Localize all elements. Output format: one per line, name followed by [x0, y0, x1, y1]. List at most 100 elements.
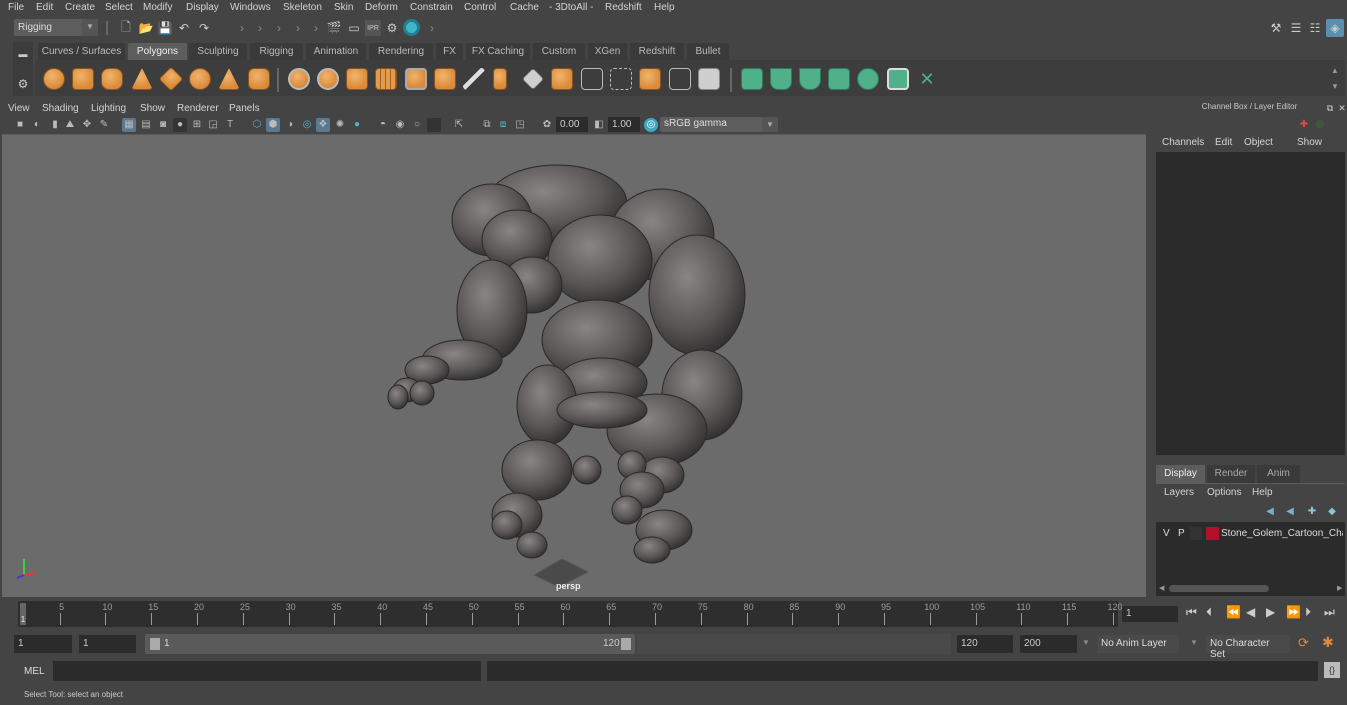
current-frame-field[interactable]: 1 — [1122, 606, 1178, 622]
poly-cut-icon[interactable] — [639, 68, 661, 90]
move-layer-up-icon[interactable]: ◀ — [1262, 503, 1278, 519]
panel-menu-panels[interactable]: Panels — [229, 103, 260, 114]
new-layer-selected-icon[interactable]: ◆ — [1324, 503, 1340, 519]
auto-key-icon[interactable]: ⟳ — [1298, 635, 1309, 651]
uv-planar-icon[interactable] — [741, 68, 763, 90]
hud-icon[interactable]: ◳ — [513, 118, 527, 132]
use-all-lights-icon[interactable]: ✺ — [333, 118, 347, 132]
camera-attributes-icon[interactable]: ◐ — [30, 118, 44, 132]
render-view-icon[interactable]: 🎬 — [326, 20, 342, 36]
play-backwards-icon[interactable]: ◀ — [1246, 605, 1255, 619]
menu-deform[interactable]: Deform — [365, 2, 398, 13]
safe-action-icon[interactable]: ◲ — [206, 118, 220, 132]
layer-reference-toggle[interactable] — [1190, 527, 1202, 540]
shelf-tab-curves-surfaces[interactable]: Curves / Surfaces — [38, 43, 125, 60]
go-to-end-icon[interactable]: ⏭ — [1324, 605, 1335, 620]
layer-tab-anim[interactable]: Anim — [1257, 465, 1300, 483]
append-icon[interactable] — [551, 68, 573, 90]
menu-display[interactable]: Display — [186, 2, 219, 13]
menu-skeleton[interactable]: Skeleton — [283, 2, 322, 13]
panel-menu-shading[interactable]: Shading — [42, 103, 79, 114]
2d-pan-zoom-icon[interactable]: ✥ — [80, 118, 94, 132]
bridge-icon[interactable] — [522, 68, 544, 90]
resolution-gate-icon[interactable]: ◙ — [156, 118, 170, 132]
shelf-tab-bullet[interactable]: Bullet — [687, 43, 729, 60]
collapse-arrow-icon[interactable]: › — [308, 20, 324, 36]
panel-menu-show[interactable]: Show — [140, 103, 165, 114]
safe-title-icon[interactable]: T — [223, 118, 237, 132]
isolate-select-icon[interactable]: ⇱ — [452, 118, 466, 132]
field-chart-icon[interactable]: ⊞ — [190, 118, 204, 132]
menu-redshift[interactable]: Redshift — [605, 2, 642, 13]
channel-box-area[interactable] — [1156, 152, 1345, 455]
menu-windows[interactable]: Windows — [230, 2, 271, 13]
speed-icon[interactable]: ◎ — [1312, 116, 1328, 132]
anim-layer-dropdown[interactable]: No Anim Layer — [1097, 635, 1179, 653]
boolean-icon[interactable] — [669, 68, 691, 90]
camera-icon[interactable]: ■ — [13, 118, 27, 132]
multi-cut-icon[interactable] — [463, 68, 485, 90]
current-time-marker[interactable]: 1 — [20, 603, 26, 625]
bevel-icon[interactable] — [434, 68, 456, 90]
panel-menu-view[interactable]: View — [8, 103, 30, 114]
shelf-tab-fx-caching[interactable]: FX Caching — [466, 43, 530, 60]
scrollbar-thumb[interactable] — [1169, 585, 1269, 592]
menu-control[interactable]: Control — [464, 2, 496, 13]
playback-end-field[interactable]: 120 — [957, 635, 1013, 653]
depth-of-field-icon[interactable] — [427, 118, 441, 132]
grease-pencil-icon[interactable]: ✎ — [97, 118, 111, 132]
layer-menu-help[interactable]: Help — [1252, 487, 1273, 498]
image-plane-icon[interactable]: ⛰ — [63, 118, 77, 132]
ipr-render-icon[interactable]: IPR — [365, 20, 381, 36]
menu-constrain[interactable]: Constrain — [410, 2, 453, 13]
play-forwards-icon[interactable]: ▶ — [1266, 605, 1275, 619]
insert-edge-loop-icon[interactable] — [581, 68, 603, 90]
color-management-icon[interactable]: ◎ — [644, 118, 658, 132]
animation-preferences-icon[interactable]: ✱ — [1322, 634, 1334, 651]
shelf-tab-animation[interactable]: Animation — [306, 43, 366, 60]
extract-icon[interactable] — [405, 68, 427, 90]
step-forward-frame-icon[interactable]: ⏵ — [1305, 605, 1311, 620]
uv-cylindrical-icon[interactable] — [770, 68, 792, 90]
wireframe-on-shaded-icon[interactable]: ◑ — [283, 118, 297, 132]
shelf-tab-fx[interactable]: FX — [436, 43, 463, 60]
menu-help[interactable]: Help — [654, 2, 675, 13]
menu-3dtoall[interactable]: - 3DtoAll - — [549, 2, 593, 13]
collapse-arrow-icon[interactable]: › — [290, 20, 306, 36]
uv-layout-icon[interactable]: ✕ — [916, 68, 938, 90]
gate-mask-icon[interactable]: ● — [173, 118, 187, 132]
collapse-arrow-icon[interactable]: › — [424, 20, 440, 36]
shelf-tab-rendering[interactable]: Rendering — [369, 43, 433, 60]
open-scene-icon[interactable]: 📂 — [138, 20, 154, 36]
menu-file[interactable]: File — [8, 2, 24, 13]
scroll-left-icon[interactable]: ◀ — [1159, 584, 1164, 592]
channelbox-menu-edit[interactable]: Edit — [1215, 137, 1232, 148]
menu-modify[interactable]: Modify — [143, 2, 172, 13]
shelf-tab-redshift[interactable]: Redshift — [630, 43, 684, 60]
layer-tab-render[interactable]: Render — [1207, 465, 1255, 483]
character-set-dropdown[interactable]: No Character Set — [1206, 635, 1290, 660]
step-back-frame-icon[interactable]: ⏴ — [1206, 605, 1212, 620]
bookmark-icon[interactable]: ▮ — [48, 118, 62, 132]
move-layer-down-icon[interactable]: ◀ — [1282, 503, 1298, 519]
undo-icon[interactable]: ↶ — [176, 20, 192, 36]
shelf-tab-xgen[interactable]: XGen — [588, 43, 627, 60]
smooth-shade-icon[interactable]: ⬢ — [266, 118, 280, 132]
menu-edit[interactable]: Edit — [36, 2, 53, 13]
poly-sphere-icon[interactable] — [43, 68, 65, 90]
scroll-up-icon[interactable]: ▲ — [1327, 62, 1343, 78]
gamma-icon[interactable]: ◧ — [592, 118, 606, 132]
scroll-down-icon[interactable]: ▼ — [1327, 78, 1343, 94]
attribute-editor-icon[interactable]: ☰ — [1288, 20, 1304, 36]
layer-playback-toggle[interactable]: P — [1178, 528, 1185, 539]
scroll-right-icon[interactable]: ▶ — [1337, 584, 1342, 592]
smooth-icon[interactable] — [375, 68, 397, 90]
redo-icon[interactable]: ↷ — [196, 20, 212, 36]
layer-visibility-toggle[interactable]: V — [1163, 528, 1170, 539]
horizontal-scrollbar[interactable]: ◀ ▶ — [1156, 584, 1345, 594]
layer-row[interactable]: V P Stone_Golem_Cartoon_Char — [1156, 526, 1345, 542]
step-forward-key-icon[interactable]: ⏩ — [1286, 605, 1301, 619]
layer-name[interactable]: Stone_Golem_Cartoon_Char — [1221, 528, 1343, 539]
chevron-down-icon[interactable]: ▼ — [1082, 638, 1090, 647]
animation-end-field[interactable]: 200 — [1020, 635, 1077, 653]
